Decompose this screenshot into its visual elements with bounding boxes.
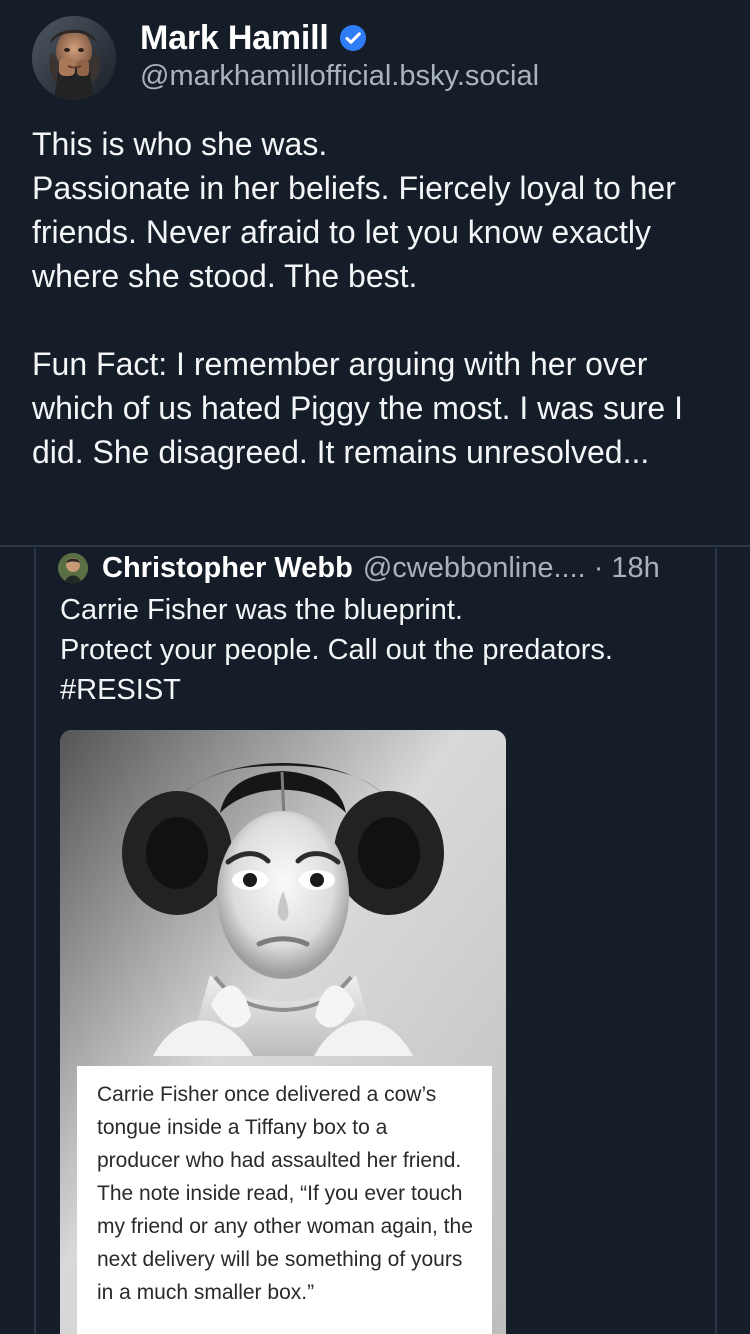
time-separator: ·: [593, 551, 604, 584]
quoted-author-name[interactable]: Christopher Webb: [102, 552, 353, 585]
post-text-line-2: Passionate in her beliefs. Fiercely loya…: [32, 170, 676, 294]
quoted-text-line-3: #RESIST: [60, 674, 181, 706]
post-text: This is who she was. Passionate in her b…: [32, 122, 722, 474]
image-caption-text: Carrie Fisher once delivered a cow’s ton…: [97, 1083, 473, 1304]
quoted-post-card[interactable]: Christopher Webb @cwebbonline.... · 18h …: [34, 548, 717, 1334]
post-text-line-3: Fun Fact: I remember arguing with her ov…: [32, 346, 683, 470]
quoted-post-image[interactable]: Carrie Fisher once delivered a cow’s ton…: [60, 730, 506, 1334]
quoted-profile-photo-icon: [58, 553, 88, 583]
author-row: Mark Hamill: [140, 16, 367, 60]
quoted-post-time: 18h: [611, 551, 660, 584]
quoted-text-line-2: Protect your people. Call out the predat…: [60, 634, 613, 666]
quoted-text-line-1: Carrie Fisher was the blueprint.: [60, 594, 463, 626]
author-handle[interactable]: @markhamillofficial.bsky.social: [140, 60, 539, 93]
post-card: Mark Hamill @markhamillofficial.bsky.soc…: [0, 0, 750, 1334]
post-text-line-1: This is who she was.: [32, 126, 328, 162]
image-caption: Carrie Fisher once delivered a cow’s ton…: [77, 1066, 492, 1334]
profile-photo-icon: [32, 16, 116, 100]
quoted-post-header: Christopher Webb @cwebbonline.... · 18h: [58, 548, 660, 588]
quoted-author-avatar[interactable]: [58, 553, 88, 583]
quoted-post-text: Carrie Fisher was the blueprint. Protect…: [60, 590, 700, 710]
quoted-author-handle[interactable]: @cwebbonline....: [363, 552, 586, 585]
author-avatar[interactable]: [32, 16, 116, 100]
verified-badge-icon: [339, 24, 367, 52]
author-name[interactable]: Mark Hamill: [140, 19, 329, 58]
quote-divider: [0, 545, 750, 547]
